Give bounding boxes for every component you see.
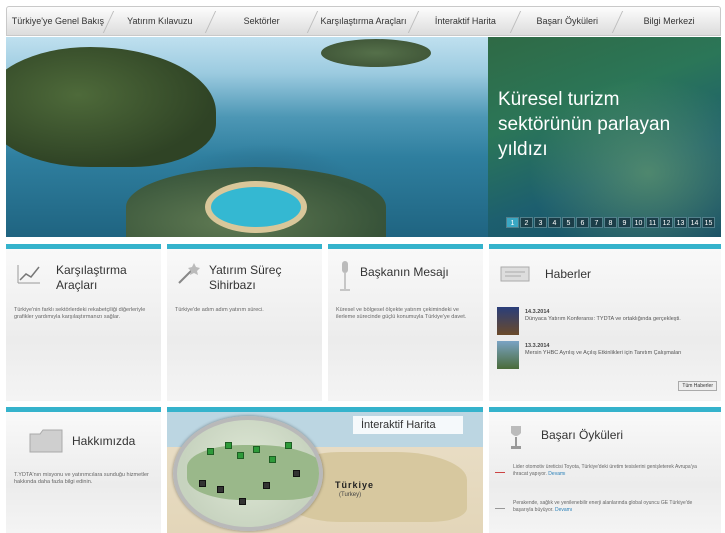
hero-banner: Küresel turizm sektörünün parlayan yıldı… — [6, 37, 721, 237]
card-comparison-tools[interactable]: Karşılaştırma Araçları Türkiye'nin farkl… — [6, 244, 161, 401]
hero-page-button[interactable]: 11 — [646, 217, 659, 228]
hero-island — [321, 39, 431, 67]
story-description: Lider otomotiv üreticisi Toyota, Türkiye… — [513, 464, 697, 477]
news-text: Dünyaca Yatırım Konferansı: TYDTA ve ort… — [525, 316, 681, 322]
nav-item-comparison-tools[interactable]: Karşılaştırma Araçları — [313, 7, 415, 35]
story-text: Lider otomotiv üreticisi Toyota, Türkiye… — [513, 464, 713, 478]
map-pin — [217, 486, 224, 493]
map-pin — [239, 498, 246, 505]
hero-pager: 1 2 3 4 5 6 7 8 9 10 11 12 13 14 15 — [506, 217, 715, 228]
newspaper-icon — [500, 266, 530, 282]
news-thumbnail — [497, 307, 519, 335]
card-title: Başarı Öyküleri — [541, 428, 624, 442]
card-title: Karşılaştırma Araçları — [56, 263, 127, 293]
hero-page-button[interactable]: 4 — [548, 217, 561, 228]
hero-page-button[interactable]: 5 — [562, 217, 575, 228]
card-title-line: Karşılaştırma — [56, 263, 127, 277]
map-country-label: Türkiye — [335, 480, 375, 490]
card-interactive-map[interactable]: İnteraktif Harita Türkiye (Turkey) — [167, 407, 483, 533]
microphone-icon — [340, 261, 350, 291]
card-text: Türkiye'nin farklı sektörlerdeki rekabet… — [14, 307, 146, 320]
hero-caption-panel: Küresel turizm sektörünün parlayan yıldı… — [488, 37, 721, 237]
map-pin — [293, 470, 300, 477]
news-date: 13.3.2014 — [525, 343, 550, 349]
card-title-line: Yatırım Süreç — [209, 263, 282, 277]
map-pin — [199, 480, 206, 487]
story-marker — [495, 472, 505, 473]
map-pin — [253, 446, 260, 453]
hero-pool — [211, 187, 301, 227]
wand-icon — [178, 263, 200, 284]
map-pin — [269, 456, 276, 463]
hero-page-button[interactable]: 14 — [688, 217, 701, 228]
hero-page-button[interactable]: 6 — [576, 217, 589, 228]
card-president-message[interactable]: Başkanın Mesajı Küresel ve bölgesel ölçe… — [328, 244, 483, 401]
nav-item-interactive-map[interactable]: İnteraktif Harita — [414, 7, 516, 35]
map-pin — [225, 442, 232, 449]
hero-page-button[interactable]: 10 — [632, 217, 645, 228]
card-about-us[interactable]: Hakkımızda T.YDTA'nın misyonu ve yatırım… — [6, 407, 161, 533]
story-item: Lider otomotiv üreticisi Toyota, Türkiye… — [495, 464, 715, 486]
card-text: Küresel ve bölgesel ölçekte yatırım çeki… — [336, 307, 467, 320]
map-pin — [207, 448, 214, 455]
hero-page-button[interactable]: 3 — [534, 217, 547, 228]
nav-item-investment-guide[interactable]: Yatırım Kılavuzu — [109, 7, 211, 35]
map-country-sublabel: (Turkey) — [339, 492, 362, 498]
news-date: 14.3.2014 — [525, 309, 550, 315]
card-title: Başkanın Mesajı — [360, 265, 449, 279]
all-news-button[interactable]: Tüm Haberler — [678, 381, 717, 391]
story-description: Perakende, sağlık ve yenilenebilir enerj… — [513, 500, 693, 513]
card-text: T.YDTA'nın misyonu ve yatırımcılara sund… — [14, 472, 149, 485]
hero-photo[interactable] — [6, 37, 488, 237]
card-title-line: Araçları — [56, 278, 98, 292]
map-preview: İnteraktif Harita Türkiye (Turkey) — [167, 407, 483, 533]
nav-item-overview[interactable]: Türkiye'ye Genel Bakış — [7, 7, 109, 35]
hero-page-button[interactable]: 13 — [674, 217, 687, 228]
story-more-link[interactable]: Devamı — [555, 507, 572, 513]
chart-icon — [17, 265, 40, 284]
nav-item-success-stories[interactable]: Başarı Öyküleri — [516, 7, 618, 35]
card-title: Haberler — [545, 267, 592, 281]
map-pin — [285, 442, 292, 449]
story-more-link[interactable]: Devamı — [548, 471, 565, 477]
folder-icon — [29, 429, 63, 453]
map-pin — [237, 452, 244, 459]
card-title-line: Sihirbazı — [209, 278, 256, 292]
news-thumbnail — [497, 341, 519, 369]
main-nav: Türkiye'ye Genel Bakış Yatırım Kılavuzu … — [6, 6, 721, 36]
map-title: İnteraktif Harita — [353, 416, 463, 434]
news-text: Mersin YHBC Ayrılış ve Açılış Etkinlikle… — [525, 350, 682, 356]
trophy-icon — [511, 426, 521, 449]
hero-page-button[interactable]: 2 — [520, 217, 533, 228]
card-news: Haberler 14.3.2014 Dünyaca Yatırım Konfe… — [489, 244, 721, 401]
hero-page-button[interactable]: 1 — [506, 217, 519, 228]
hero-page-button[interactable]: 12 — [660, 217, 673, 228]
hero-page-button[interactable]: 9 — [618, 217, 631, 228]
hero-page-button[interactable]: 7 — [590, 217, 603, 228]
hero-page-button[interactable]: 15 — [702, 217, 715, 228]
hero-title: Küresel turizm sektörünün parlayan yıldı… — [498, 89, 671, 160]
map-magnifier — [173, 416, 323, 531]
card-success-stories: Başarı Öyküleri Lider otomotiv üreticisi… — [489, 407, 721, 533]
nav-item-info-center[interactable]: Bilgi Merkezi — [618, 7, 720, 35]
news-item[interactable]: 14.3.2014 Dünyaca Yatırım Konferansı: TY… — [497, 307, 715, 337]
map-pin — [263, 482, 270, 489]
card-investment-wizard[interactable]: Yatırım Süreç Sihirbazı Türkiye'de adım … — [167, 244, 322, 401]
hero-page-button[interactable]: 8 — [604, 217, 617, 228]
story-item: Perakende, sağlık ve yenilenebilir enerj… — [495, 500, 715, 522]
nav-item-sectors[interactable]: Sektörler — [211, 7, 313, 35]
card-text: Türkiye'de adım adım yatırım süreci. — [175, 307, 264, 313]
hero-hill — [6, 47, 216, 167]
card-title: Hakkımızda — [72, 434, 136, 448]
card-title: Yatırım Süreç Sihirbazı — [209, 263, 281, 293]
news-item[interactable]: 13.3.2014 Mersin YHBC Ayrılış ve Açılış … — [497, 341, 715, 371]
story-marker — [495, 508, 505, 509]
story-text: Perakende, sağlık ve yenilenebilir enerj… — [513, 500, 713, 514]
